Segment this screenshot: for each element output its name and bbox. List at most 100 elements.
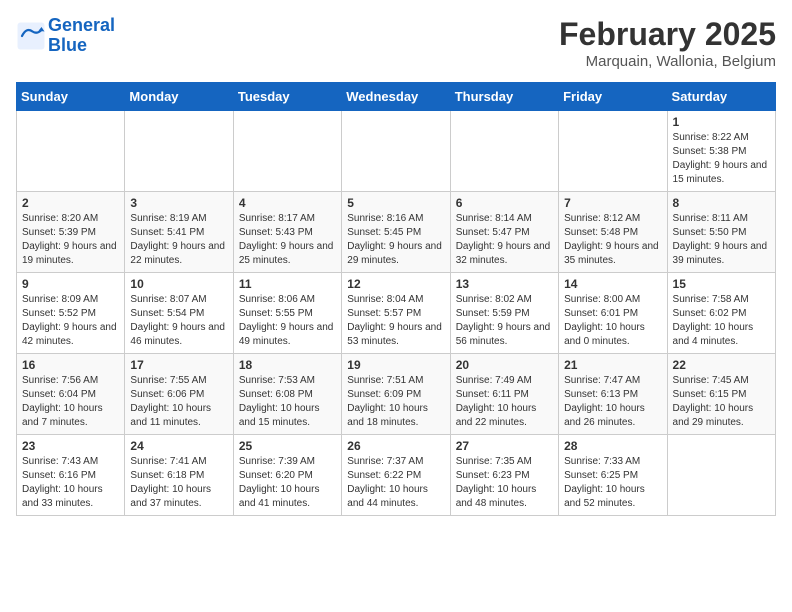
- calendar-week-row: 1 Sunrise: 8:22 AM Sunset: 5:38 PM Daylig…: [17, 111, 776, 192]
- calendar-cell: 1 Sunrise: 8:22 AM Sunset: 5:38 PM Daylig…: [667, 111, 775, 192]
- day-number: 11: [239, 277, 336, 291]
- logo-icon: [16, 21, 46, 51]
- calendar-cell: 8 Sunrise: 8:11 AM Sunset: 5:50 PM Daylig…: [667, 192, 775, 273]
- calendar-cell: 7Sunrise: 8:12 AM Sunset: 5:48 PM Daylig…: [559, 192, 667, 273]
- logo: General Blue: [16, 16, 115, 56]
- calendar-week-row: 23Sunrise: 7:43 AM Sunset: 6:16 PM Dayli…: [17, 435, 776, 516]
- day-number: 9: [22, 277, 119, 291]
- calendar-cell: [233, 111, 341, 192]
- day-info: Sunrise: 7:51 AM Sunset: 6:09 PM Dayligh…: [347, 374, 444, 430]
- weekday-header-saturday: Saturday: [667, 83, 775, 111]
- calendar-cell: 2 Sunrise: 8:20 AM Sunset: 5:39 PM Daylig…: [17, 192, 125, 273]
- weekday-header-wednesday: Wednesday: [342, 83, 450, 111]
- weekday-header-monday: Monday: [125, 83, 233, 111]
- day-info: Sunrise: 7:56 AM Sunset: 6:04 PM Dayligh…: [22, 374, 119, 430]
- day-number: 14: [564, 277, 661, 291]
- calendar-cell: 18 Sunrise: 7:53 AM Sunset: 6:08 PM Dayli…: [233, 354, 341, 435]
- calendar-cell: 27 Sunrise: 7:35 AM Sunset: 6:23 PM Dayli…: [450, 435, 558, 516]
- day-number: 26: [347, 439, 444, 453]
- day-info: Sunrise: 8:14 AM Sunset: 5:47 PM Dayligh…: [456, 212, 553, 268]
- month-year: February 2025: [559, 16, 776, 53]
- day-info: Sunrise: 8:07 AM Sunset: 5:54 PM Dayligh…: [130, 293, 227, 349]
- calendar-cell: 21 Sunrise: 7:47 AM Sunset: 6:13 PM Dayli…: [559, 354, 667, 435]
- day-info: Sunrise: 8:16 AM Sunset: 5:45 PM Dayligh…: [347, 212, 444, 268]
- day-info: Sunrise: 7:45 AM Sunset: 6:15 PM Dayligh…: [673, 374, 770, 430]
- day-number: 15: [673, 277, 770, 291]
- day-number: 12: [347, 277, 444, 291]
- calendar-cell: 20Sunrise: 7:49 AM Sunset: 6:11 PM Dayli…: [450, 354, 558, 435]
- day-number: 19: [347, 358, 444, 372]
- day-info: Sunrise: 8:04 AM Sunset: 5:57 PM Dayligh…: [347, 293, 444, 349]
- day-number: 21: [564, 358, 661, 372]
- calendar-week-row: 16 Sunrise: 7:56 AM Sunset: 6:04 PM Dayli…: [17, 354, 776, 435]
- weekday-header-friday: Friday: [559, 83, 667, 111]
- day-info: Sunrise: 7:39 AM Sunset: 6:20 PM Dayligh…: [239, 455, 336, 511]
- day-info: Sunrise: 7:33 AM Sunset: 6:25 PM Dayligh…: [564, 455, 661, 511]
- day-number: 1: [673, 115, 770, 129]
- day-info: Sunrise: 8:00 AM Sunset: 6:01 PM Dayligh…: [564, 293, 661, 349]
- day-number: 25: [239, 439, 336, 453]
- calendar-cell: 13 Sunrise: 8:02 AM Sunset: 5:59 PM Dayli…: [450, 273, 558, 354]
- day-info: Sunrise: 8:06 AM Sunset: 5:55 PM Dayligh…: [239, 293, 336, 349]
- day-number: 17: [130, 358, 227, 372]
- day-info: Sunrise: 8:19 AM Sunset: 5:41 PM Dayligh…: [130, 212, 227, 268]
- day-number: 16: [22, 358, 119, 372]
- calendar-cell: 5Sunrise: 8:16 AM Sunset: 5:45 PM Daylig…: [342, 192, 450, 273]
- day-number: 27: [456, 439, 553, 453]
- calendar-table: SundayMondayTuesdayWednesdayThursdayFrid…: [16, 82, 776, 516]
- calendar-cell: 16 Sunrise: 7:56 AM Sunset: 6:04 PM Dayli…: [17, 354, 125, 435]
- day-info: Sunrise: 8:12 AM Sunset: 5:48 PM Dayligh…: [564, 212, 661, 268]
- calendar-cell: 14 Sunrise: 8:00 AM Sunset: 6:01 PM Dayli…: [559, 273, 667, 354]
- calendar-cell: 25 Sunrise: 7:39 AM Sunset: 6:20 PM Dayli…: [233, 435, 341, 516]
- calendar-cell: [667, 435, 775, 516]
- day-info: Sunrise: 7:37 AM Sunset: 6:22 PM Dayligh…: [347, 455, 444, 511]
- day-info: Sunrise: 7:35 AM Sunset: 6:23 PM Dayligh…: [456, 455, 553, 511]
- calendar-cell: 26 Sunrise: 7:37 AM Sunset: 6:22 PM Dayli…: [342, 435, 450, 516]
- page-header: General Blue February 2025 Marquain, Wal…: [16, 16, 776, 70]
- day-number: 6: [456, 196, 553, 210]
- calendar-cell: 9 Sunrise: 8:09 AM Sunset: 5:52 PM Daylig…: [17, 273, 125, 354]
- day-number: 24: [130, 439, 227, 453]
- weekday-header-thursday: Thursday: [450, 83, 558, 111]
- day-info: Sunrise: 8:22 AM Sunset: 5:38 PM Dayligh…: [673, 131, 770, 187]
- day-info: Sunrise: 8:17 AM Sunset: 5:43 PM Dayligh…: [239, 212, 336, 268]
- day-number: 22: [673, 358, 770, 372]
- day-info: Sunrise: 7:47 AM Sunset: 6:13 PM Dayligh…: [564, 374, 661, 430]
- weekday-header-tuesday: Tuesday: [233, 83, 341, 111]
- calendar-cell: [450, 111, 558, 192]
- calendar-cell: 3Sunrise: 8:19 AM Sunset: 5:41 PM Daylig…: [125, 192, 233, 273]
- calendar-cell: 11 Sunrise: 8:06 AM Sunset: 5:55 PM Dayli…: [233, 273, 341, 354]
- calendar-cell: 19 Sunrise: 7:51 AM Sunset: 6:09 PM Dayli…: [342, 354, 450, 435]
- calendar-cell: [125, 111, 233, 192]
- calendar-cell: 4 Sunrise: 8:17 AM Sunset: 5:43 PM Daylig…: [233, 192, 341, 273]
- day-info: Sunrise: 8:20 AM Sunset: 5:39 PM Dayligh…: [22, 212, 119, 268]
- logo-text: General Blue: [48, 16, 115, 56]
- calendar-cell: 6 Sunrise: 8:14 AM Sunset: 5:47 PM Daylig…: [450, 192, 558, 273]
- day-number: 8: [673, 196, 770, 210]
- day-number: 2: [22, 196, 119, 210]
- day-number: 13: [456, 277, 553, 291]
- day-number: 4: [239, 196, 336, 210]
- calendar-week-row: 9 Sunrise: 8:09 AM Sunset: 5:52 PM Daylig…: [17, 273, 776, 354]
- weekday-header-row: SundayMondayTuesdayWednesdayThursdayFrid…: [17, 83, 776, 111]
- calendar-cell: 22 Sunrise: 7:45 AM Sunset: 6:15 PM Dayli…: [667, 354, 775, 435]
- calendar-cell: [559, 111, 667, 192]
- day-info: Sunrise: 8:09 AM Sunset: 5:52 PM Dayligh…: [22, 293, 119, 349]
- day-info: Sunrise: 7:53 AM Sunset: 6:08 PM Dayligh…: [239, 374, 336, 430]
- location: Marquain, Wallonia, Belgium: [559, 53, 776, 70]
- calendar-cell: 17 Sunrise: 7:55 AM Sunset: 6:06 PM Dayli…: [125, 354, 233, 435]
- day-number: 23: [22, 439, 119, 453]
- day-number: 10: [130, 277, 227, 291]
- calendar-cell: 23Sunrise: 7:43 AM Sunset: 6:16 PM Dayli…: [17, 435, 125, 516]
- day-number: 28: [564, 439, 661, 453]
- day-info: Sunrise: 7:55 AM Sunset: 6:06 PM Dayligh…: [130, 374, 227, 430]
- calendar-cell: 24 Sunrise: 7:41 AM Sunset: 6:18 PM Dayli…: [125, 435, 233, 516]
- day-number: 18: [239, 358, 336, 372]
- day-info: Sunrise: 8:11 AM Sunset: 5:50 PM Dayligh…: [673, 212, 770, 268]
- calendar-cell: [342, 111, 450, 192]
- calendar-week-row: 2 Sunrise: 8:20 AM Sunset: 5:39 PM Daylig…: [17, 192, 776, 273]
- day-info: Sunrise: 7:41 AM Sunset: 6:18 PM Dayligh…: [130, 455, 227, 511]
- day-info: Sunrise: 8:02 AM Sunset: 5:59 PM Dayligh…: [456, 293, 553, 349]
- day-info: Sunrise: 7:49 AM Sunset: 6:11 PM Dayligh…: [456, 374, 553, 430]
- calendar-cell: [17, 111, 125, 192]
